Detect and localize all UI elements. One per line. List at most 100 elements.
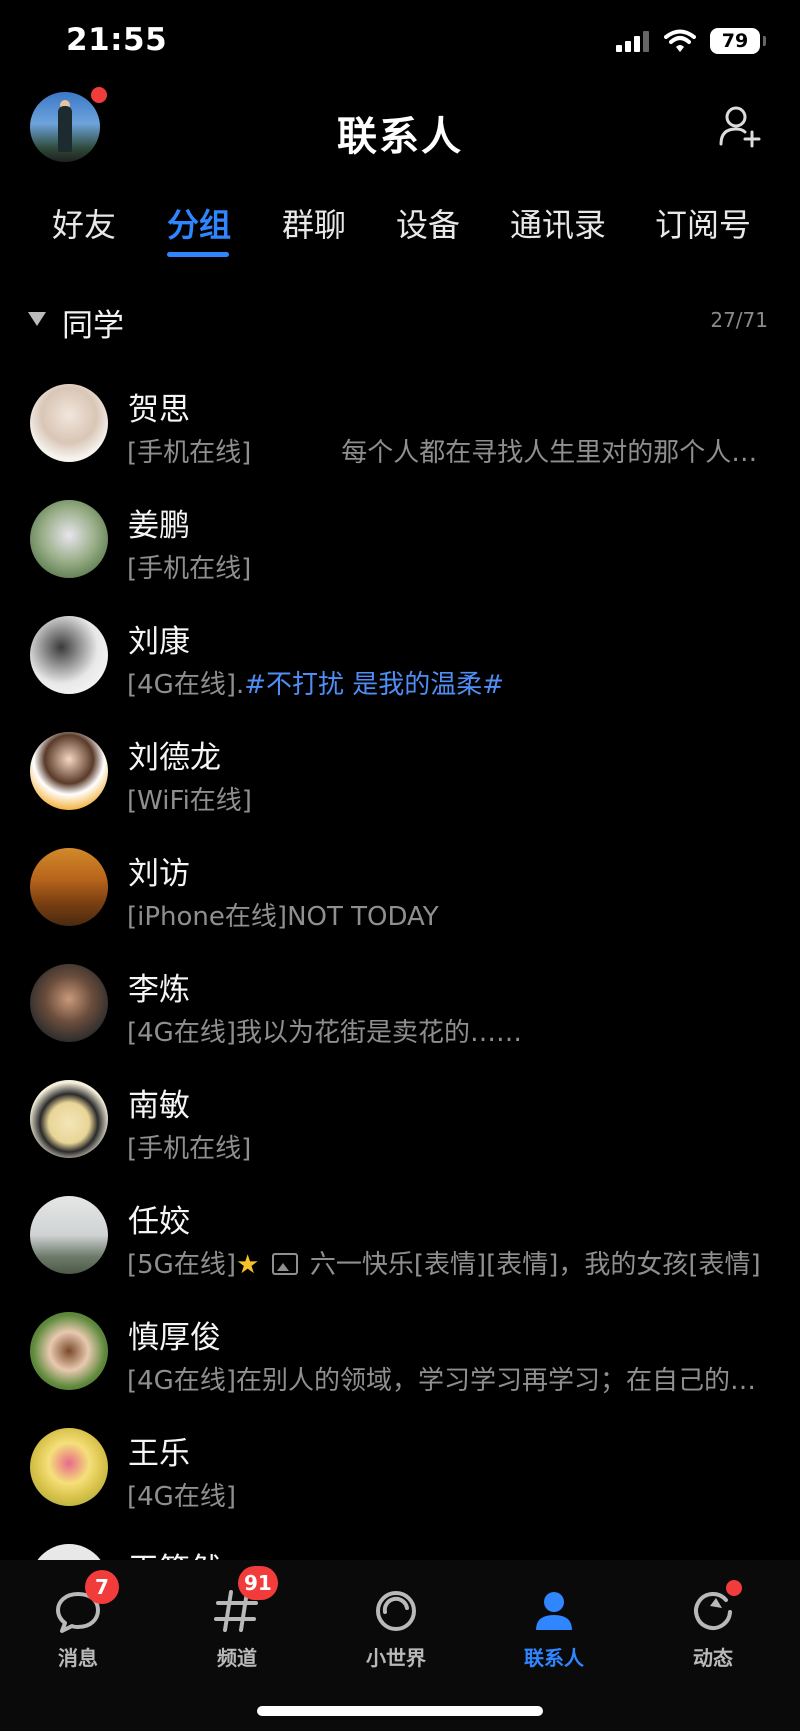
contact-status-line: [4G在线].#不打扰 是我的温柔# [127,664,787,701]
contact-avatar [30,848,108,926]
contact-avatar [30,500,108,578]
contact-online-status: [手机在线] [127,554,252,584]
contact-online-status: [手机在线] [127,1134,252,1164]
group-online-count: 27/71 [710,308,768,332]
cellular-signal-icon [616,31,649,52]
contact-row[interactable]: 刘德龙 [WiFi在线] [0,718,800,834]
contact-row[interactable]: 王筱然 [0,1530,800,1560]
contact-signature: 六一快乐[表情][表情]，我的女孩[表情] [309,1250,761,1280]
contact-signature: 我以为花街是卖花的…… [235,1018,522,1048]
status-bar: 21:55 79 [0,0,800,90]
contact-status-line: [手机在线] [127,1128,787,1165]
contact-row[interactable]: 姜鹏 [手机在线] [0,486,800,602]
contact-signature: 在别人的领域，学习学习再学习；在自己的… [235,1366,756,1396]
tabbar-label: 小世界 [366,1646,426,1670]
contact-name: 姜鹏 [128,508,190,544]
tabbar-label: 频道 [217,1646,257,1670]
tabbar-moments[interactable]: 动态 [653,1574,773,1684]
tab-friends[interactable]: 好友 [52,200,116,246]
status-time: 21:55 [66,22,168,58]
active-tab-indicator [167,252,229,257]
caret-down-icon [28,312,46,326]
home-indicator[interactable] [257,1706,543,1716]
contact-row[interactable]: 李炼 [4G在线]我以为花街是卖花的…… [0,950,800,1066]
contact-signature: 每个人都在寻找人生里对的那个人… [341,438,758,468]
tab-devices[interactable]: 设备 [396,200,460,246]
tab-address-book[interactable]: 通讯录 [510,200,606,246]
tabbar-messages[interactable]: 7 消息 [18,1570,138,1684]
contact-online-status: [4G在线] [127,1366,236,1396]
contact-status-line: [WiFi在线] [127,780,787,817]
status-icons: 79 [616,28,766,54]
contact-status-line: [4G在线] [127,1476,787,1513]
contact-row[interactable]: 刘访 [iPhone在线]NOT TODAY [0,834,800,950]
contact-status-line: [iPhone在线]NOT TODAY [127,896,787,933]
world-icon [376,1591,416,1631]
contact-avatar [30,732,108,810]
contact-avatar [30,1544,108,1560]
contact-avatar [30,1428,108,1506]
unread-badge: 91 [238,1566,278,1600]
tabbar-contacts[interactable]: 联系人 [494,1574,614,1684]
contact-row[interactable]: 南敏 [手机在线] [0,1066,800,1182]
page-title: 联系人 [337,114,463,160]
tabbar-label: 联系人 [524,1646,584,1670]
header: 联系人 [0,85,800,210]
contact-avatar [30,616,108,694]
bottom-tab-bar: 7 消息 91 频道 小世界 联系人 动态 [0,1560,800,1731]
contact-status-line: [手机在线] [127,548,787,585]
contact-avatar [30,964,108,1042]
tab-group-chats[interactable]: 群聊 [282,200,346,246]
image-icon [271,1253,298,1275]
contact-status-line: [手机在线] 每个人都在寻找人生里对的那个人… [127,432,787,469]
contact-online-status: [手机在线] [127,438,252,468]
tabbar-label: 消息 [58,1646,98,1670]
tab-subscriptions[interactable]: 订阅号 [655,200,751,246]
contact-name: 李炼 [128,972,190,1008]
tab-groups[interactable]: 分组 [167,200,231,246]
group-header[interactable]: 同学 27/71 [0,300,800,344]
contact-name: 刘德龙 [128,740,221,776]
tabbar-label: 动态 [693,1646,733,1670]
contact-list: 贺思 [手机在线] 每个人都在寻找人生里对的那个人… 姜鹏 [手机在线] 刘康 [… [0,370,800,1560]
contact-status-line: [4G在线]在别人的领域，学习学习再学习；在自己的… [127,1360,787,1397]
contact-signature: NOT TODAY [287,902,439,932]
contact-name: 刘访 [128,856,190,892]
contact-name: 任姣 [128,1204,190,1240]
contact-avatar [30,1312,108,1390]
add-friend-icon[interactable] [718,104,762,148]
contact-status-line: [5G在线]★ 六一快乐[表情][表情]，我的女孩[表情] [127,1244,787,1281]
contacts-icon [536,1592,572,1630]
battery-indicator: 79 [710,28,766,54]
contact-online-status: [4G在线] [127,1482,236,1512]
contact-row[interactable]: 贺思 [手机在线] 每个人都在寻找人生里对的那个人… [0,370,800,486]
contact-row[interactable]: 王乐 [4G在线] [0,1414,800,1530]
contact-online-status: [5G在线] [127,1250,236,1280]
notification-dot [726,1580,742,1596]
contact-avatar [30,1196,108,1274]
contact-row[interactable]: 慎厚俊 [4G在线]在别人的领域，学习学习再学习；在自己的… [0,1298,800,1414]
unread-badge: 7 [85,1570,119,1604]
contact-name: 南敏 [128,1088,190,1124]
contact-online-status: [WiFi在线] [127,786,252,816]
contact-tabs: 好友 分组 群聊 设备 通讯录 订阅号 [0,200,800,270]
notification-dot [89,85,109,105]
tabbar-small-world[interactable]: 小世界 [336,1574,456,1684]
contact-status-line: [4G在线]我以为花街是卖花的…… [127,1012,787,1049]
contact-avatar [30,384,108,462]
contact-name: 慎厚俊 [128,1320,221,1356]
group-name: 同学 [62,308,124,344]
contact-name: 刘康 [128,624,190,660]
contact-name: 王筱然 [128,1544,221,1560]
contact-avatar [30,1080,108,1158]
contact-online-status: [iPhone在线] [127,902,288,932]
contact-signature: #不打扰 是我的温柔# [244,670,505,700]
tabbar-channels[interactable]: 91 频道 [177,1566,297,1684]
contact-name: 贺思 [128,392,190,428]
contact-online-status: [4G在线] [127,1018,236,1048]
contact-row[interactable]: 任姣 [5G在线]★ 六一快乐[表情][表情]，我的女孩[表情] [0,1182,800,1298]
wifi-icon [664,29,696,52]
contact-name: 王乐 [128,1436,190,1472]
contact-row[interactable]: 刘康 [4G在线].#不打扰 是我的温柔# [0,602,800,718]
contact-online-status: [4G在线]. [127,670,245,700]
